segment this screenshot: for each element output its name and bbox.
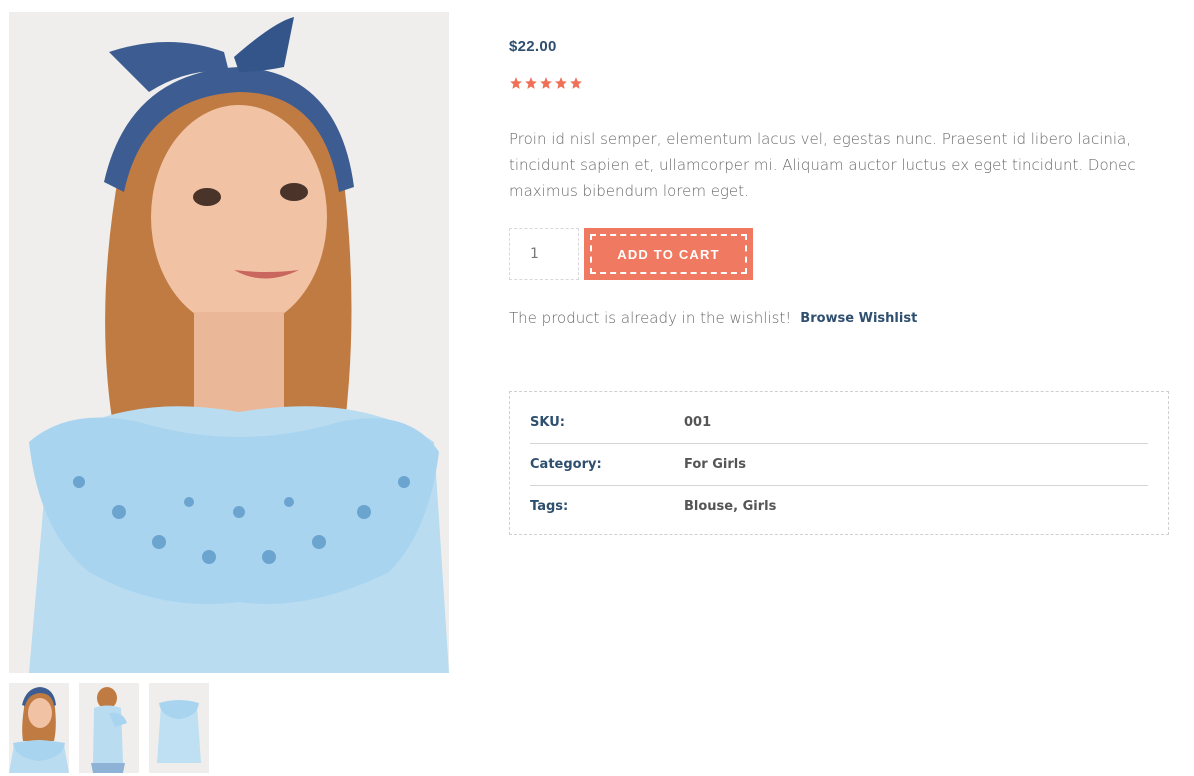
- tag-link-blouse[interactable]: Blouse: [684, 499, 733, 514]
- meta-row-category: Category: For Girls: [530, 444, 1148, 486]
- quantity-input[interactable]: [509, 228, 579, 280]
- add-to-cart-form: ADD TO CART: [509, 228, 753, 280]
- tags-label: Tags:: [530, 499, 569, 514]
- wishlist-notice: The product is already in the wishlist! …: [509, 309, 917, 327]
- add-to-cart-label: ADD TO CART: [590, 234, 747, 274]
- thumbnail-girl-front[interactable]: [9, 683, 69, 773]
- browse-wishlist-link[interactable]: Browse Wishlist: [800, 311, 917, 326]
- product-main-image[interactable]: [9, 12, 449, 673]
- wishlist-message: The product is already in the wishlist!: [509, 309, 792, 327]
- product-description: Proin id nisl semper, elementum lacus ve…: [509, 130, 1136, 200]
- add-to-cart-button[interactable]: ADD TO CART: [584, 228, 753, 280]
- star-icon: [555, 77, 567, 89]
- meta-row-sku: SKU: 001: [530, 402, 1148, 444]
- rating-stars: [509, 76, 583, 90]
- category-link[interactable]: For Girls: [684, 457, 746, 472]
- tag-link-girls[interactable]: Girls: [743, 499, 777, 514]
- sku-value: 001: [684, 415, 712, 430]
- category-label: Category:: [530, 457, 602, 472]
- product-price: $22.00: [509, 38, 557, 55]
- thumbnail-girl-side[interactable]: [79, 683, 139, 773]
- tag-separator: ,: [733, 499, 743, 514]
- thumbnail-blouse-flat[interactable]: [149, 683, 209, 773]
- star-icon: [510, 77, 522, 89]
- gallery-thumbnails: [9, 683, 209, 773]
- star-icon: [525, 77, 537, 89]
- meta-row-tags: Tags: Blouse, Girls: [530, 486, 1148, 527]
- product-meta: SKU: 001 Category: For Girls Tags: Blous…: [509, 391, 1169, 535]
- sku-label: SKU:: [530, 415, 565, 430]
- star-icon: [540, 77, 552, 89]
- star-icon: [570, 77, 582, 89]
